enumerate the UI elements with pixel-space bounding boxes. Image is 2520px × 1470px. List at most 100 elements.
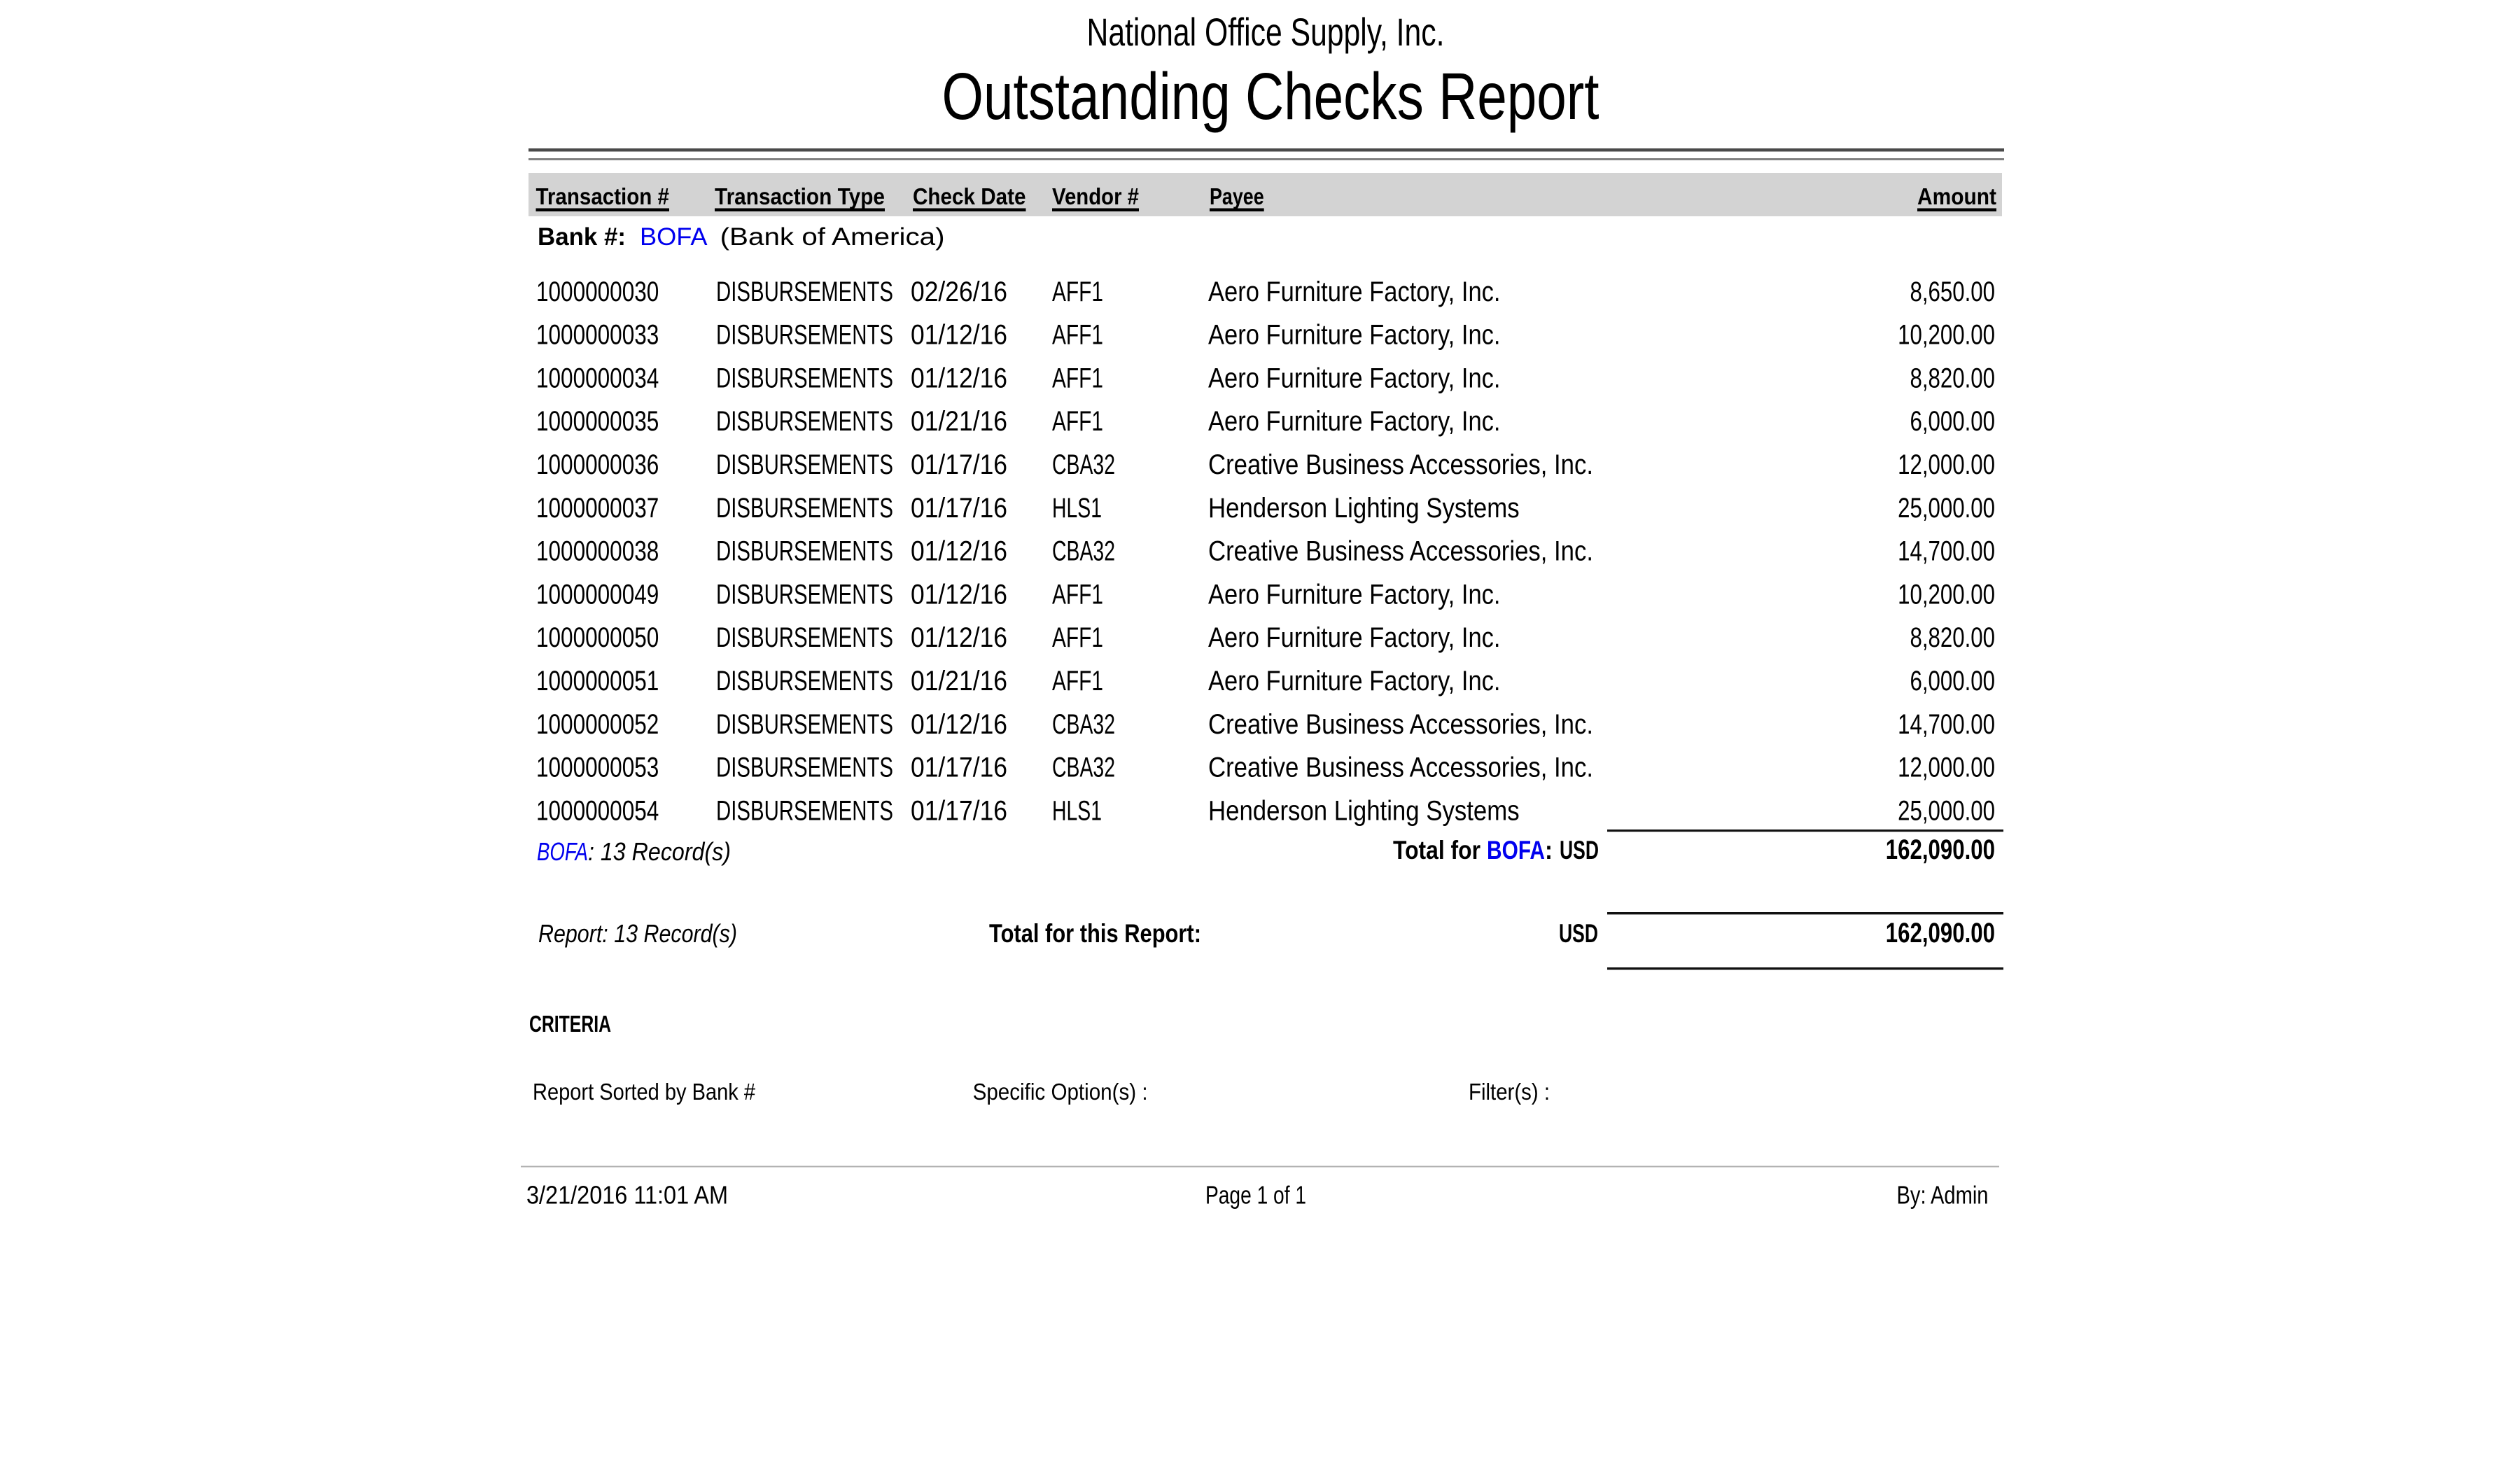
svg-text:AFF1: AFF1 [1052, 666, 1103, 696]
svg-text:02/26/16: 02/26/16 [911, 276, 1007, 307]
svg-text:01/17/16: 01/17/16 [911, 493, 1007, 524]
svg-text:01/21/16: 01/21/16 [911, 666, 1007, 696]
svg-text:01/12/16: 01/12/16 [911, 320, 1007, 351]
svg-text:AFF1: AFF1 [1052, 320, 1103, 351]
svg-text::: : [1545, 836, 1553, 864]
svg-text:Report: 13 Record(s): Report: 13 Record(s) [538, 919, 737, 948]
svg-text:01/12/16: 01/12/16 [911, 363, 1007, 393]
svg-text:3/21/2016 11:01 AM: 3/21/2016 11:01 AM [526, 1181, 728, 1210]
svg-text:Aero Furniture Factory, Inc.: Aero Furniture Factory, Inc. [1208, 363, 1501, 393]
svg-text:BOFA: BOFA [537, 837, 588, 866]
svg-text:Aero Furniture Factory, Inc.: Aero Furniture Factory, Inc. [1208, 406, 1501, 437]
svg-text:14,700.00: 14,700.00 [1898, 709, 1995, 740]
svg-text:DISBURSEMENTS: DISBURSEMENTS [716, 666, 893, 696]
svg-text:162,090.00: 162,090.00 [1886, 918, 1995, 948]
svg-text:Aero Furniture Factory, Inc.: Aero Furniture Factory, Inc. [1208, 579, 1501, 610]
svg-text:Transaction Type: Transaction Type [715, 183, 885, 209]
svg-text:DISBURSEMENTS: DISBURSEMENTS [716, 709, 893, 740]
svg-text:CRITERIA: CRITERIA [529, 1011, 611, 1037]
svg-text:8,820.00: 8,820.00 [1910, 622, 1996, 653]
svg-text:BOFA: BOFA [1487, 836, 1545, 864]
svg-text:1000000038: 1000000038 [536, 536, 659, 567]
svg-text:01/12/16: 01/12/16 [911, 579, 1007, 610]
svg-text:DISBURSEMENTS: DISBURSEMENTS [716, 363, 893, 393]
svg-text:(Bank of America): (Bank of America) [720, 223, 945, 251]
svg-text:1000000034: 1000000034 [536, 363, 659, 393]
svg-text:01/12/16: 01/12/16 [911, 709, 1007, 740]
svg-text:Check Date: Check Date [913, 183, 1026, 209]
svg-text:CBA32: CBA32 [1052, 752, 1115, 783]
svg-text:DISBURSEMENTS: DISBURSEMENTS [716, 795, 893, 826]
svg-text:8,820.00: 8,820.00 [1910, 363, 1996, 393]
svg-text:6,000.00: 6,000.00 [1910, 666, 1996, 696]
svg-text:USD: USD [1560, 836, 1599, 864]
svg-text:DISBURSEMENTS: DISBURSEMENTS [716, 449, 893, 480]
svg-text:HLS1: HLS1 [1052, 795, 1102, 826]
svg-text:1000000037: 1000000037 [536, 493, 659, 524]
svg-text:DISBURSEMENTS: DISBURSEMENTS [716, 622, 893, 653]
svg-text:CBA32: CBA32 [1052, 709, 1115, 740]
svg-text:AFF1: AFF1 [1052, 363, 1103, 393]
svg-text:Aero Furniture Factory, Inc.: Aero Furniture Factory, Inc. [1208, 320, 1501, 351]
svg-text:AFF1: AFF1 [1052, 622, 1103, 653]
svg-text:CBA32: CBA32 [1052, 449, 1115, 480]
svg-text:DISBURSEMENTS: DISBURSEMENTS [716, 320, 893, 351]
svg-text:AFF1: AFF1 [1052, 406, 1103, 437]
svg-text:DISBURSEMENTS: DISBURSEMENTS [716, 276, 893, 307]
svg-text:1000000033: 1000000033 [536, 320, 659, 351]
svg-text:Filter(s) :: Filter(s) : [1469, 1079, 1550, 1105]
svg-text:6,000.00: 6,000.00 [1910, 406, 1996, 437]
svg-text:1000000054: 1000000054 [536, 795, 659, 826]
svg-text:National Office Supply, Inc.: National Office Supply, Inc. [1087, 10, 1445, 54]
svg-text:Outstanding Checks Report: Outstanding Checks Report [942, 59, 1600, 134]
svg-text:BOFA: BOFA [640, 223, 708, 251]
svg-text:01/17/16: 01/17/16 [911, 752, 1007, 783]
svg-text:DISBURSEMENTS: DISBURSEMENTS [716, 579, 893, 610]
svg-text:: 13 Record(s): : 13 Record(s) [588, 837, 731, 866]
svg-text:Page 1 of 1: Page 1 of 1 [1205, 1181, 1306, 1210]
svg-text:Creative Business Accessories,: Creative Business Accessories, Inc. [1208, 449, 1593, 480]
svg-text:Total for this Report:: Total for this Report: [989, 919, 1201, 948]
svg-text:10,200.00: 10,200.00 [1898, 579, 1995, 610]
svg-text:1000000036: 1000000036 [536, 449, 659, 480]
svg-text:AFF1: AFF1 [1052, 579, 1103, 610]
svg-text:1000000030: 1000000030 [536, 276, 659, 307]
svg-text:AFF1: AFF1 [1052, 276, 1103, 307]
svg-text:01/21/16: 01/21/16 [911, 406, 1007, 437]
svg-text:1000000053: 1000000053 [536, 752, 659, 783]
svg-text:Creative Business Accessories,: Creative Business Accessories, Inc. [1208, 709, 1593, 740]
svg-text:1000000050: 1000000050 [536, 622, 659, 653]
svg-text:Report Sorted by Bank #: Report Sorted by Bank # [533, 1079, 756, 1105]
svg-text:01/12/16: 01/12/16 [911, 536, 1007, 567]
svg-text:DISBURSEMENTS: DISBURSEMENTS [716, 752, 893, 783]
svg-text:14,700.00: 14,700.00 [1898, 536, 1995, 567]
svg-text:12,000.00: 12,000.00 [1898, 752, 1995, 783]
svg-text:10,200.00: 10,200.00 [1898, 320, 1995, 351]
svg-text:Aero Furniture Factory, Inc.: Aero Furniture Factory, Inc. [1208, 276, 1501, 307]
svg-text:01/17/16: 01/17/16 [911, 795, 1007, 826]
svg-text:01/12/16: 01/12/16 [911, 622, 1007, 653]
svg-text:162,090.00: 162,090.00 [1886, 834, 1995, 865]
svg-text:Creative Business Accessories,: Creative Business Accessories, Inc. [1208, 752, 1593, 783]
svg-text:25,000.00: 25,000.00 [1898, 795, 1995, 826]
svg-text:Specific Option(s) :: Specific Option(s) : [973, 1079, 1148, 1105]
svg-text:Creative Business Accessories,: Creative Business Accessories, Inc. [1208, 536, 1593, 567]
svg-text:01/17/16: 01/17/16 [911, 449, 1007, 480]
svg-text:By: Admin: By: Admin [1897, 1181, 1989, 1210]
svg-text:Aero Furniture Factory, Inc.: Aero Furniture Factory, Inc. [1208, 666, 1501, 696]
svg-text:Bank #:: Bank #: [538, 223, 626, 251]
svg-text:Vendor #: Vendor # [1052, 183, 1139, 209]
svg-text:Amount: Amount [1917, 183, 1996, 209]
svg-text:Henderson Lighting Systems: Henderson Lighting Systems [1208, 795, 1520, 826]
svg-text:1000000052: 1000000052 [536, 709, 659, 740]
svg-text:DISBURSEMENTS: DISBURSEMENTS [716, 406, 893, 437]
svg-text:Total for: Total for [1393, 836, 1480, 864]
svg-text:HLS1: HLS1 [1052, 493, 1102, 524]
svg-text:Henderson Lighting Systems: Henderson Lighting Systems [1208, 493, 1520, 524]
svg-text:Aero Furniture Factory, Inc.: Aero Furniture Factory, Inc. [1208, 622, 1501, 653]
svg-text:12,000.00: 12,000.00 [1898, 449, 1995, 480]
svg-text:1000000049: 1000000049 [536, 579, 659, 610]
svg-text:DISBURSEMENTS: DISBURSEMENTS [716, 493, 893, 524]
svg-text:Transaction #: Transaction # [536, 183, 670, 209]
svg-text:Payee: Payee [1210, 183, 1264, 209]
